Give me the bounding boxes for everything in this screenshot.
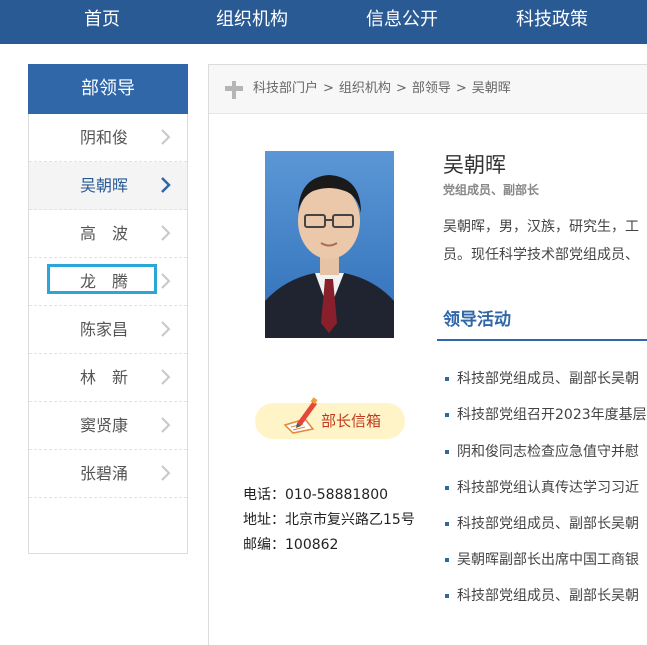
- contact-zip: 邮编：100862: [243, 537, 339, 553]
- bullet-icon: [445, 450, 449, 454]
- activity-link[interactable]: 科技部党组认真传达学习习近: [445, 478, 647, 498]
- breadcrumb-trail: 科技部门户 > 组织机构 > 部领导 > 吴朝晖: [253, 81, 511, 96]
- activities-heading[interactable]: 领导活动: [443, 305, 511, 330]
- sidebar-title: 部领导: [28, 64, 188, 114]
- bullet-icon: [445, 377, 449, 381]
- bullet-icon: [445, 594, 449, 598]
- chevron-right-icon: [161, 129, 171, 145]
- sidebar-item-leader-1[interactable]: 阴和俊: [29, 114, 187, 162]
- activity-link[interactable]: 吴朝晖副部长出席中国工商银: [445, 550, 647, 570]
- activity-link[interactable]: 科技部党组召开2023年度基层: [445, 405, 647, 425]
- chevron-right-icon: [161, 465, 171, 481]
- main-content: 科技部门户 > 组织机构 > 部领导 > 吴朝晖 吴朝晖 党组成员、副部长 吴朝晖，男，汉族: [208, 64, 647, 645]
- breadcrumb: 科技部门户 > 组织机构 > 部领导 > 吴朝晖: [209, 65, 647, 114]
- pen-letter-icon: [283, 397, 318, 434]
- chevron-right-icon: [161, 225, 171, 241]
- breadcrumb-link-portal[interactable]: 科技部门户: [253, 81, 318, 96]
- sidebar-item-leader-4[interactable]: 龙 腾: [29, 258, 187, 306]
- breadcrumb-link-leaders[interactable]: 部领导: [412, 81, 451, 96]
- portrait-image: [265, 151, 394, 338]
- section-divider: [437, 339, 647, 341]
- chevron-right-icon: [161, 177, 171, 193]
- bullet-icon: [445, 413, 449, 417]
- top-nav: 首页 组织机构 信息公开 科技政策: [0, 0, 647, 44]
- nav-item-information[interactable]: 信息公开: [366, 0, 438, 44]
- minister-mailbox-button[interactable]: 部长信箱: [255, 397, 405, 439]
- sidebar-item-leader-7[interactable]: 窦贤康: [29, 402, 187, 450]
- chevron-right-icon: [161, 417, 171, 433]
- sidebar-item-leader-6[interactable]: 林 新: [29, 354, 187, 402]
- breadcrumb-link-organization[interactable]: 组织机构: [339, 81, 391, 96]
- chevron-right-icon: [161, 273, 171, 289]
- nav-item-organization[interactable]: 组织机构: [216, 0, 288, 44]
- bio-line: 吴朝晖，男，汉族，研究生，工: [443, 219, 639, 235]
- bio-line: 员。现任科学技术部党组成员、: [443, 247, 639, 263]
- breadcrumb-current: 吴朝晖: [471, 81, 511, 96]
- mailbox-label: 部长信箱: [321, 412, 382, 430]
- activity-link[interactable]: 阴和俊同志检查应急值守并慰: [445, 442, 647, 462]
- chevron-right-icon: [161, 369, 171, 385]
- sidebar-item-leader-5[interactable]: 陈家昌: [29, 306, 187, 354]
- leaders-sidebar: 部领导 阴和俊 吴朝晖 高 波 龙 腾 陈家昌 林 新 窦贤康 张碧涌: [28, 64, 188, 554]
- leader-portrait: [265, 151, 394, 338]
- leader-title: 党组成员、副部长: [443, 183, 540, 197]
- bullet-icon: [445, 558, 449, 562]
- activity-link[interactable]: 科技部党组成员、副部长吴朝: [445, 586, 647, 606]
- activity-link[interactable]: 科技部党组成员、副部长吴朝: [445, 369, 647, 389]
- leader-name: 吴朝晖: [443, 153, 506, 177]
- bullet-icon: [445, 486, 449, 490]
- sidebar-item-leader-3[interactable]: 高 波: [29, 210, 187, 258]
- leader-bio: 吴朝晖，男，汉族，研究生，工 员。现任科学技术部党组成员、: [443, 213, 647, 269]
- nav-item-home[interactable]: 首页: [84, 0, 120, 44]
- bullet-icon: [445, 522, 449, 526]
- contact-address: 地址：北京市复兴路乙15号: [243, 512, 415, 528]
- chevron-right-icon: [161, 321, 171, 337]
- sidebar-item-leader-8[interactable]: 张碧涌: [29, 450, 187, 498]
- nav-item-policy[interactable]: 科技政策: [516, 0, 588, 44]
- pin-icon: [225, 81, 243, 99]
- activity-link[interactable]: 科技部党组成员、副部长吴朝: [445, 514, 647, 534]
- sidebar-item-leader-2[interactable]: 吴朝晖: [29, 162, 187, 210]
- contact-phone: 电话：010-58881800: [243, 487, 389, 503]
